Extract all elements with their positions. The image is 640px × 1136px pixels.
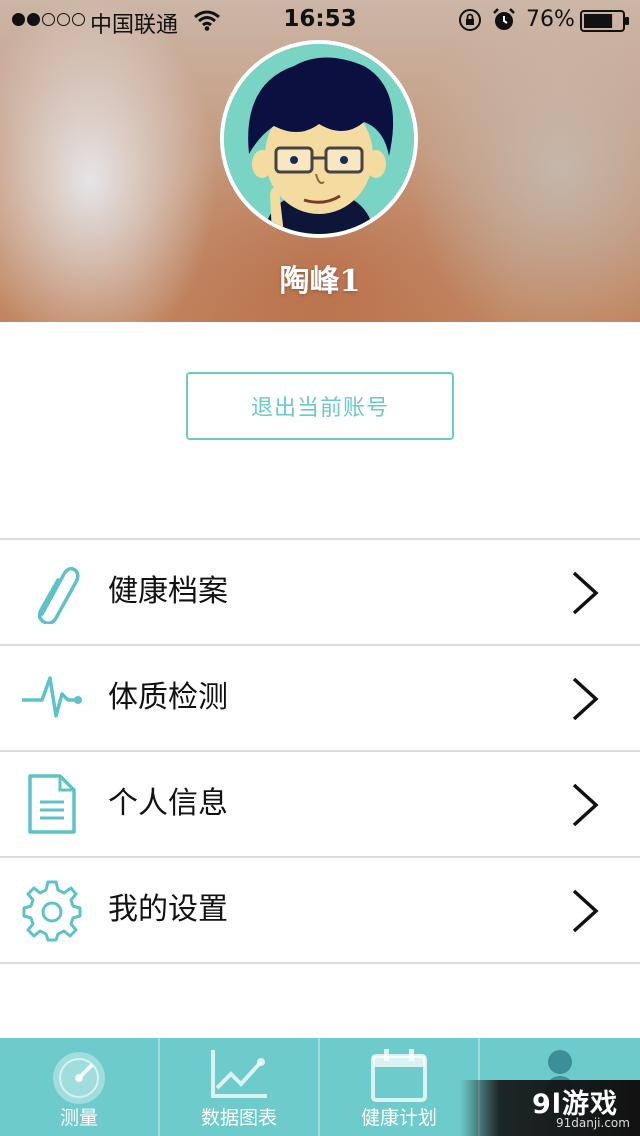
tab-health-plan[interactable]: 健康计划	[320, 1038, 480, 1136]
status-bar: 中国联通 16:53 76%	[0, 0, 640, 40]
user-name: 陶峰1	[279, 264, 361, 299]
profile-menu: 健康档案 体质检测 个人信息 我的设置	[0, 538, 640, 964]
watermark-logo: 9l游戏 91danji.com	[460, 1080, 640, 1136]
tab-label: 测量	[59, 1107, 98, 1129]
chevron-right-icon	[572, 889, 599, 933]
chevron-right-icon	[572, 571, 599, 615]
menu-item-label: 个人信息	[108, 786, 228, 821]
alarm-icon	[493, 8, 515, 30]
chevron-right-icon	[572, 677, 599, 721]
calendar-icon	[371, 1049, 427, 1102]
gauge-icon	[53, 1052, 105, 1104]
menu-item-health-records[interactable]: 健康档案	[0, 540, 640, 646]
menu-item-my-settings[interactable]: 我的设置	[0, 858, 640, 964]
watermark-url: 91danji.com	[556, 1116, 630, 1130]
avatar[interactable]	[220, 40, 418, 238]
tab-label: 健康计划	[360, 1107, 437, 1129]
battery-percent: 76%	[526, 7, 575, 32]
battery-icon	[580, 10, 629, 32]
menu-item-label: 健康档案	[108, 574, 228, 609]
tab-label: 数据图表	[200, 1107, 277, 1129]
menu-item-personal-info[interactable]: 个人信息	[0, 752, 640, 858]
menu-item-physical-test[interactable]: 体质检测	[0, 646, 640, 752]
document-icon	[28, 774, 76, 834]
rotation-lock-icon	[459, 9, 481, 31]
logout-button[interactable]: 退出当前账号	[186, 372, 454, 440]
line-chart-icon	[211, 1050, 267, 1098]
paperclip-icon	[37, 566, 80, 624]
profile-header: 中国联通 16:53 76% 陶峰1	[0, 0, 640, 322]
tab-data-charts[interactable]: 数据图表	[160, 1038, 320, 1136]
heartbeat-icon	[22, 676, 82, 718]
menu-item-label: 我的设置	[108, 892, 228, 927]
chevron-right-icon	[572, 783, 599, 827]
gear-icon	[22, 880, 82, 942]
avatar-cartoon-icon	[224, 44, 414, 234]
tab-measure[interactable]: 测量	[0, 1038, 160, 1136]
menu-item-label: 体质检测	[108, 680, 228, 715]
